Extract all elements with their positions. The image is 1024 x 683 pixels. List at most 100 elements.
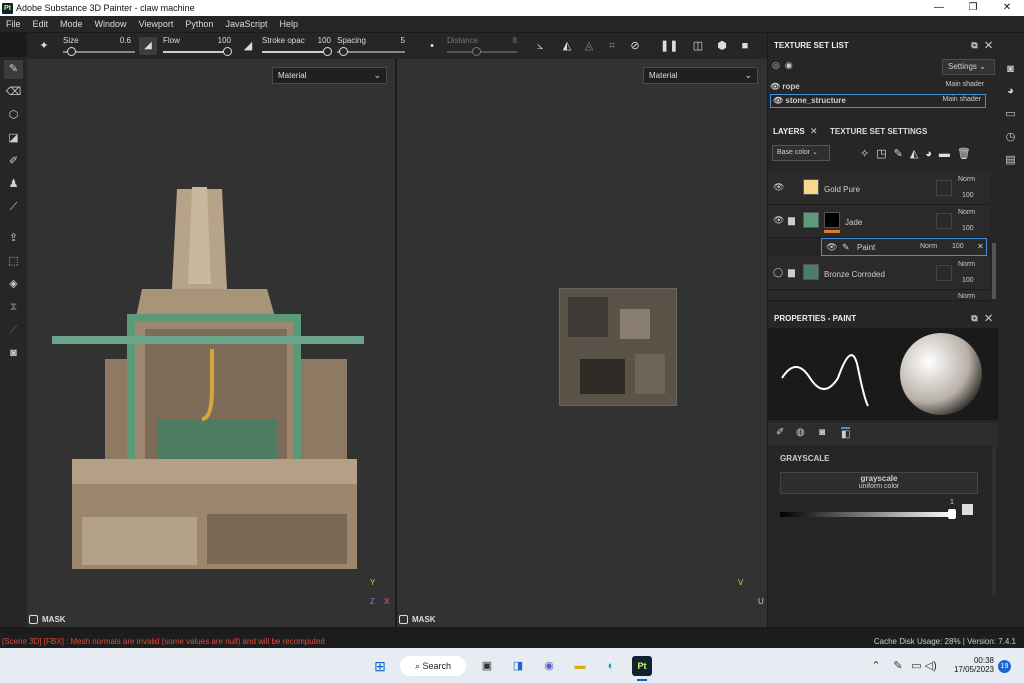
camera-icon[interactable]: ■ [738, 39, 752, 53]
blend-mode[interactable]: Norm [958, 293, 975, 300]
viewport-3d[interactable]: Material ⌄ Y X Z MASK [27, 59, 395, 627]
paint-brush-tool-icon[interactable]: ✎ [4, 60, 23, 79]
layer-opacity[interactable]: 100 [962, 277, 974, 284]
alpha-tab-icon[interactable]: ◍ [796, 427, 805, 438]
menu-python[interactable]: Python [179, 19, 219, 29]
mask-slot[interactable] [936, 213, 952, 229]
layer-opacity[interactable]: 100 [962, 225, 974, 232]
viewport-uv[interactable]: Material ⌄ V U MASK [397, 59, 767, 627]
layer-opacity[interactable]: 100 [952, 243, 964, 250]
maximize-button[interactable]: ❐ [956, 0, 990, 16]
pause-icon[interactable]: ❚❚ [660, 39, 678, 53]
layer-opacity[interactable]: 100 [962, 192, 974, 199]
crop-icon[interactable]: ⌗ [605, 39, 619, 53]
menu-file[interactable]: File [0, 19, 27, 29]
stencil-tab-icon[interactable]: ◙ [819, 427, 825, 438]
display-mode-icon[interactable]: ⬢ [715, 39, 729, 53]
flow-value[interactable]: 100 [213, 36, 231, 45]
mask-slot[interactable] [936, 265, 952, 281]
flow-slider-track[interactable] [163, 51, 231, 53]
projection-tool-icon[interactable]: ⬡ [4, 106, 23, 125]
layer-row-partial[interactable]: Norm [768, 291, 990, 301]
blend-mode[interactable]: Norm [958, 209, 975, 216]
layer-row-gold-pure[interactable]: 👁 Gold Pure Norm 100 [768, 172, 990, 205]
menu-viewport[interactable]: Viewport [133, 19, 180, 29]
display-settings-dock-icon[interactable]: ▭ [1001, 105, 1020, 124]
log-dock-icon[interactable]: ▤ [1001, 151, 1020, 170]
pressure-flow-icon[interactable]: ◢ [241, 39, 255, 53]
menu-javascript[interactable]: JavaScript [219, 19, 273, 29]
stroke-opacity-slider-track[interactable] [262, 51, 330, 53]
eye-icon[interactable]: 👁 [826, 242, 837, 253]
mask-toggle-3d[interactable]: MASK [29, 615, 66, 624]
menu-help[interactable]: Help [273, 19, 304, 29]
mirror-icon[interactable]: ◭ [560, 39, 574, 53]
layer-row-bronze-corroded[interactable]: ◯ ▆ Bronze Corroded Norm 100 [768, 257, 990, 290]
split-view-icon[interactable]: ◫ [691, 39, 705, 53]
layer-row-jade[interactable]: 👁 ▆ Jade Norm 100 [768, 205, 990, 238]
menu-mode[interactable]: Mode [54, 19, 89, 29]
layer-row-paint[interactable]: 👁 ✎ Paint Norm 100 ✕ [821, 238, 987, 256]
stroke-opacity-slider-knob[interactable] [323, 47, 332, 56]
history-dock-icon[interactable]: ◷ [1001, 128, 1020, 147]
spacing-value[interactable]: 5 [393, 36, 405, 45]
viewport-uv-material-select[interactable]: Material ⌄ [643, 67, 758, 84]
grayscale-slider[interactable] [780, 512, 953, 517]
material-tab-icon[interactable]: ◧ [841, 427, 851, 440]
substance-painter-taskbar-icon[interactable]: Pt [632, 656, 652, 676]
network-volume-icon[interactable]: ▭ ◁) [909, 656, 939, 676]
smudge-tool-icon[interactable]: ✐ [4, 152, 23, 171]
task-view-icon[interactable]: ▣ [477, 656, 497, 676]
mirror-alt-icon[interactable]: ◬ [582, 39, 596, 53]
layer-actions[interactable]: ✧◳✎◭◕▬🗑 [860, 147, 978, 160]
environment-dock-icon[interactable]: ◕ [1001, 82, 1020, 101]
bake-tool-icon[interactable]: ⇪ [4, 229, 23, 248]
geometry-mask-tool-icon[interactable]: ◪ [4, 129, 23, 148]
grayscale-slider-knob[interactable] [948, 509, 956, 519]
minimize-button[interactable]: — [922, 0, 956, 16]
blend-mode[interactable]: Norm [958, 261, 975, 268]
visibility-icon[interactable]: ⊘ [628, 39, 642, 53]
close-button[interactable]: ✕ [990, 0, 1024, 16]
eraser-tool-icon[interactable]: ⌫ [4, 83, 23, 102]
mask-slot[interactable] [936, 180, 952, 196]
tab-layers[interactable]: LAYERS [773, 127, 805, 136]
eye-closed-icon[interactable]: ◯ [773, 267, 783, 278]
grayscale-channel[interactable]: grayscale uniform color [780, 472, 978, 494]
tsl-view-icons[interactable]: ◎ ◉ [772, 60, 793, 71]
angle-icon[interactable]: ⦣ [533, 39, 547, 53]
mask-toggle-uv[interactable]: MASK [399, 615, 436, 624]
chat-icon[interactable]: ◉ [539, 656, 559, 676]
size-value[interactable]: 0.6 [115, 36, 131, 45]
widgets-icon[interactable]: ◨ [508, 656, 528, 676]
tsl-settings-button[interactable]: Settings ⌄ [942, 59, 995, 75]
screenshot-tool-icon[interactable]: ◙ [4, 344, 23, 363]
eye-icon[interactable]: 👁 [773, 215, 784, 226]
pen-icon[interactable]: ✎ [888, 656, 908, 676]
clock[interactable]: 00:38 17/05/2023 [948, 656, 994, 674]
brush-tab-icon[interactable]: ✐ [776, 427, 784, 438]
menu-edit[interactable]: Edit [27, 19, 55, 29]
edge-icon[interactable]: ◐ [601, 656, 621, 676]
color-picker-tool-icon[interactable]: ⟋ [4, 198, 23, 217]
file-explorer-icon[interactable]: ▬ [570, 656, 590, 676]
spacing-slider-knob[interactable] [339, 47, 348, 56]
layers-scrollbar[interactable] [992, 243, 996, 299]
tab-layers-close-icon[interactable]: ✕ [810, 126, 818, 137]
panel-close-icon[interactable]: ⧉ ✕ [971, 313, 992, 324]
lazy-mouse-icon[interactable]: • [425, 39, 439, 53]
flow-slider-knob[interactable] [223, 47, 232, 56]
stroke-opacity-value[interactable]: 100 [313, 36, 331, 45]
properties-scrollbar[interactable] [992, 446, 996, 596]
notification-badge[interactable]: 19 [998, 660, 1011, 673]
polygon-fill-tool-icon[interactable]: ⬚ [4, 252, 23, 271]
blend-mode[interactable]: Norm [958, 176, 975, 183]
search-button[interactable]: ⌕ Search [400, 656, 466, 676]
channel-select[interactable]: Base color ⌄ [772, 145, 830, 161]
tab-texture-set-settings[interactable]: TEXTURE SET SETTINGS [830, 127, 927, 136]
texture-set-item-selected[interactable]: 👁 stone_structure Main shader [770, 94, 986, 108]
chevron-up-icon[interactable]: ⌃ [866, 656, 886, 676]
texture-set-item[interactable]: 👁 rope Main shader [770, 81, 988, 94]
size-slider-knob[interactable] [67, 47, 76, 56]
eye-icon[interactable]: 👁 [773, 182, 784, 193]
